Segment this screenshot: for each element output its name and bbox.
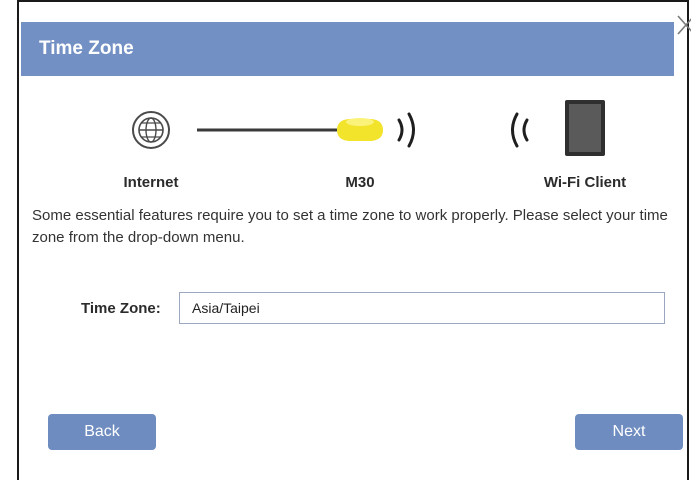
tablet-icon — [565, 100, 605, 156]
diagram-graphic — [132, 100, 605, 156]
signal-waves-icon — [397, 112, 415, 148]
dialog-frame: Time Zone Internet M30 Wi-Fi Client Some… — [17, 0, 691, 480]
node-label-internet: Internet — [123, 174, 179, 191]
close-icon[interactable] — [674, 12, 691, 42]
time-zone-dropdown[interactable]: Asia/Taipei — [179, 292, 665, 324]
router-icon — [337, 118, 383, 141]
back-button[interactable]: Back — [48, 414, 156, 450]
client-signal-icon — [511, 112, 529, 148]
dialog-title: Time Zone — [39, 38, 134, 59]
time-zone-label: Time Zone: — [81, 300, 161, 317]
globe-icon — [132, 111, 170, 149]
next-button[interactable]: Next — [575, 414, 683, 450]
dialog-header: Time Zone — [21, 22, 674, 76]
node-label-wifi-client: Wi-Fi Client — [543, 174, 627, 191]
connection-diagram: Internet M30 Wi-Fi Client — [19, 92, 689, 202]
instructions-text: Some essential features require you to s… — [32, 207, 668, 246]
node-label-m30: M30 — [345, 174, 375, 191]
